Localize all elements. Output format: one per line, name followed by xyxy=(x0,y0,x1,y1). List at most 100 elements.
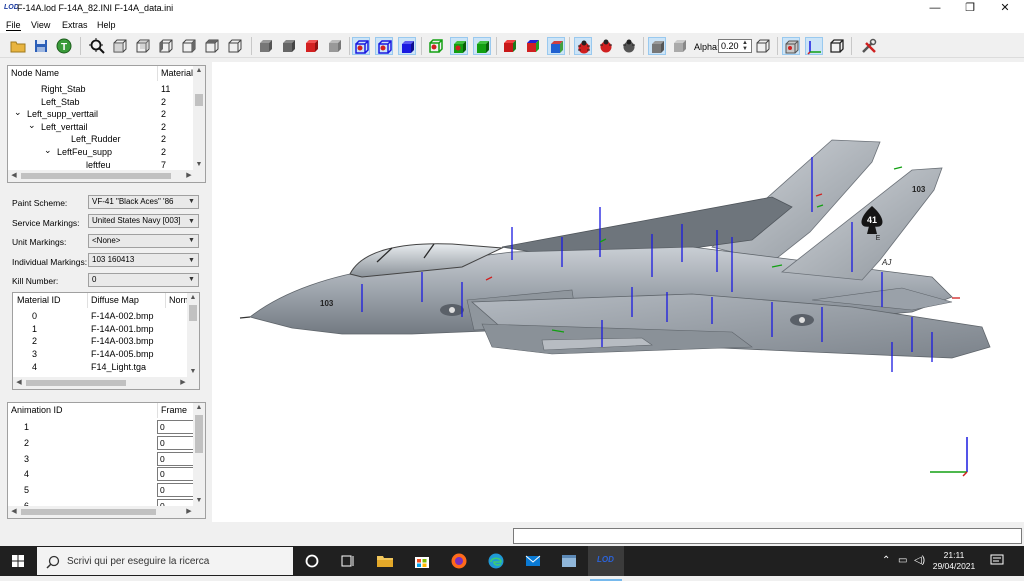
scroll-thumb[interactable] xyxy=(21,173,171,179)
scroll-down-arrow-icon[interactable]: ▼ xyxy=(193,160,205,170)
scroll-left-arrow-icon[interactable]: ◀ xyxy=(13,378,25,388)
animations-vertical-scrollbar[interactable]: ▲ ▼ xyxy=(193,403,205,506)
taskbar-clock[interactable]: 21:11 29/04/2021 xyxy=(928,550,980,572)
green-solid-button[interactable] xyxy=(450,37,468,55)
mail-icon[interactable] xyxy=(524,552,542,570)
material-row[interactable]: 1 F-14A-001.bmp xyxy=(13,323,188,336)
task-view-icon[interactable] xyxy=(339,552,357,570)
texture-button[interactable]: T xyxy=(55,37,73,55)
service-markings-select[interactable]: United States Navy [003] xyxy=(88,214,199,228)
column-header-material[interactable]: Material xyxy=(158,66,194,81)
app-window-icon[interactable] xyxy=(560,552,578,570)
material-row[interactable]: 3 F-14A-005.bmp xyxy=(13,348,188,361)
tree-row[interactable]: Left_Rudder 2 xyxy=(8,133,194,146)
materials-vertical-scrollbar[interactable]: ▲ ▼ xyxy=(187,293,199,377)
unit-markings-select[interactable]: <None> xyxy=(88,234,199,248)
tree-row[interactable]: ⌄ Left_supp_verttail 2 xyxy=(8,106,194,121)
transparency-button[interactable] xyxy=(671,37,689,55)
chevron-down-icon[interactable]: ▼ xyxy=(188,237,195,244)
grid-button[interactable] xyxy=(782,37,800,55)
minimize-button[interactable]: — xyxy=(918,1,952,16)
view-back-button[interactable] xyxy=(134,37,152,55)
debug-red-button[interactable] xyxy=(574,37,592,55)
kill-number-select[interactable]: 0 xyxy=(88,273,199,287)
menu-extras[interactable]: Extras xyxy=(62,20,88,30)
material-row[interactable]: 2 F-14A-003.bmp xyxy=(13,335,188,348)
scroll-thumb[interactable] xyxy=(195,94,203,106)
tree-horizontal-scrollbar[interactable]: ◀ ▶ xyxy=(8,170,205,182)
individual-markings-select[interactable]: 103 160413 xyxy=(88,253,199,267)
chevron-down-icon[interactable]: ▼ xyxy=(188,218,195,225)
volume-icon[interactable]: ◁) xyxy=(914,555,925,566)
alpha-spinner[interactable]: ▲ ▼ xyxy=(742,40,751,52)
materials-horizontal-scrollbar[interactable]: ◀ ▶ xyxy=(13,377,199,389)
menu-view[interactable]: View xyxy=(31,20,50,30)
scroll-thumb[interactable] xyxy=(195,415,203,453)
scroll-down-arrow-icon[interactable]: ▼ xyxy=(193,496,205,506)
zoom-fit-button[interactable] xyxy=(88,37,106,55)
menu-file[interactable]: File xyxy=(6,20,21,31)
scroll-right-arrow-icon[interactable]: ▶ xyxy=(183,171,195,181)
render-textured-button[interactable] xyxy=(303,37,321,55)
network-icon[interactable]: ▭ xyxy=(898,555,907,566)
cortana-icon[interactable] xyxy=(303,552,321,570)
view-left-button[interactable] xyxy=(157,37,175,55)
frame-id-input[interactable]: 0 xyxy=(157,420,194,434)
animations-horizontal-scrollbar[interactable]: ◀ ▶ xyxy=(8,506,205,518)
column-header-animation-id[interactable]: Animation ID xyxy=(8,403,158,418)
chevron-down-icon[interactable]: ▼ xyxy=(188,276,195,283)
animation-row[interactable]: 50 xyxy=(8,483,194,498)
expand-chevron-icon[interactable]: ⌄ xyxy=(14,106,22,119)
column-header-diffuse-map[interactable]: Diffuse Map xyxy=(88,293,166,308)
scroll-up-arrow-icon[interactable]: ▲ xyxy=(193,403,205,413)
lod-viewer-taskbar-button[interactable]: LOD xyxy=(588,546,624,581)
view-top-button[interactable] xyxy=(203,37,221,55)
scroll-right-arrow-icon[interactable]: ▶ xyxy=(177,378,189,388)
expand-chevron-icon[interactable]: ⌄ xyxy=(28,119,36,132)
scroll-up-arrow-icon[interactable]: ▲ xyxy=(193,66,205,76)
material-row[interactable]: 4 F14_Light.tga xyxy=(13,361,188,374)
view-right-button[interactable] xyxy=(180,37,198,55)
animation-row[interactable]: 40 xyxy=(8,467,194,482)
windows-start-icon[interactable] xyxy=(12,555,24,567)
chevron-down-icon[interactable]: ▼ xyxy=(188,257,195,264)
save-button[interactable] xyxy=(32,37,50,55)
firefox-icon[interactable] xyxy=(450,552,468,570)
green-cube-button[interactable] xyxy=(473,37,491,55)
open-folder-button[interactable] xyxy=(9,37,27,55)
axes-button[interactable] xyxy=(805,37,823,55)
frame-id-input[interactable]: 0 xyxy=(157,467,194,482)
transparency-solid-button[interactable] xyxy=(648,37,666,55)
menu-help[interactable]: Help xyxy=(97,20,116,30)
material-row[interactable]: 0 F-14A-002.bmp xyxy=(13,310,188,323)
tree-row[interactable]: Left_Stab 2 xyxy=(8,96,194,109)
view-bottom-button[interactable] xyxy=(226,37,244,55)
maximize-button[interactable]: ❐ xyxy=(953,1,987,16)
scroll-right-arrow-icon[interactable]: ▶ xyxy=(183,507,195,517)
chevron-up-icon[interactable]: ⌃ xyxy=(882,555,890,566)
frame-id-input[interactable]: 0 xyxy=(157,483,194,498)
column-header-frame-id[interactable]: Frame ID xyxy=(158,403,194,418)
column-header-node-name[interactable]: Node Name xyxy=(8,66,158,81)
debug-bug-button[interactable] xyxy=(597,37,615,55)
3d-viewport[interactable]: 41 E 103 AJ 103 xyxy=(212,62,1024,522)
green-wire-button[interactable] xyxy=(427,37,445,55)
color-cube-button[interactable] xyxy=(524,37,542,55)
scroll-down-arrow-icon[interactable]: ▼ xyxy=(187,367,199,377)
tree-row[interactable]: ⌄ LeftFeu_supp 2 xyxy=(8,144,194,159)
chevron-down-icon[interactable]: ▼ xyxy=(188,198,195,205)
scroll-left-arrow-icon[interactable]: ◀ xyxy=(8,507,20,517)
debug-gray-button[interactable] xyxy=(620,37,638,55)
show-blue-cube-button[interactable] xyxy=(398,37,416,55)
taskbar-search-box[interactable]: Scrivi qui per eseguire la ricerca xyxy=(36,546,294,576)
render-flat-button[interactable] xyxy=(280,37,298,55)
box-button[interactable] xyxy=(828,37,846,55)
column-header-material-id[interactable]: Material ID xyxy=(13,293,88,308)
scroll-thumb[interactable] xyxy=(26,380,126,386)
frame-id-input[interactable]: 0 xyxy=(157,451,194,466)
frame-id-input[interactable]: 0 xyxy=(157,435,194,450)
settings-tools-button[interactable] xyxy=(860,37,878,55)
notifications-icon[interactable] xyxy=(990,553,1004,567)
expand-chevron-icon[interactable]: ⌄ xyxy=(44,144,52,157)
store-icon[interactable] xyxy=(413,552,431,570)
